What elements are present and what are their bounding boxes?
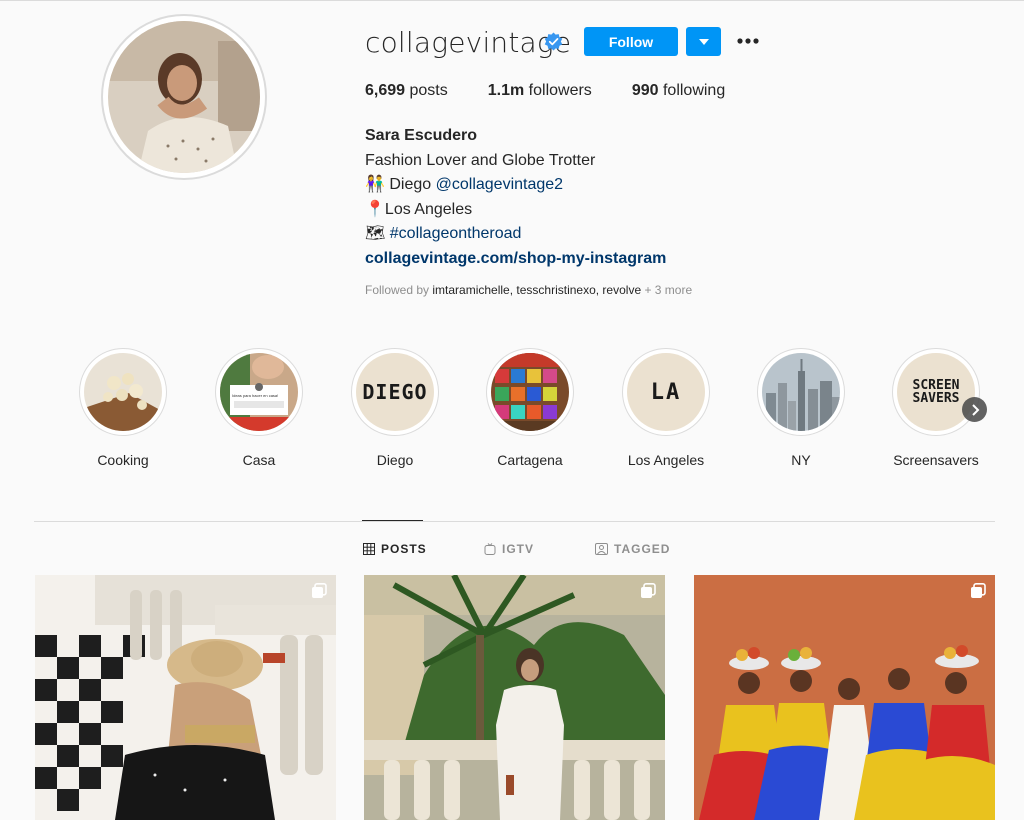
- highlight-los-angeles[interactable]: LA Los Angeles: [621, 348, 711, 468]
- followed-by-names: imtaramichelle, tesschristinexo, revolve: [432, 283, 642, 297]
- followed-by-prefix: Followed by: [365, 283, 433, 297]
- bio-line-2: 👫 Diego @collagevintage2: [365, 173, 666, 198]
- highlight-ny[interactable]: NY: [756, 348, 846, 468]
- bio-hashtag-link[interactable]: #collageontheroad: [390, 225, 522, 242]
- highlight-cover-la: LA: [627, 353, 705, 431]
- highlight-cover-screensavers: SCREEN SAVERS: [897, 353, 975, 431]
- chevron-right-icon: [971, 403, 979, 416]
- tab-posts[interactable]: POSTS: [363, 542, 427, 556]
- profile-avatar[interactable]: [108, 21, 260, 173]
- highlight-card-text: Ideas para hacer en casa!: [232, 393, 279, 398]
- bio-mention-link[interactable]: @collagevintage2: [436, 176, 563, 193]
- tab-tagged[interactable]: TAGGED: [595, 542, 670, 556]
- post-thumbnail[interactable]: [364, 575, 665, 820]
- tab-igtv[interactable]: IGTV: [484, 542, 534, 556]
- highlight-label: Cartagena: [497, 452, 563, 468]
- highlight-diego[interactable]: DIEGO Diego: [350, 348, 440, 468]
- posts-label: posts: [409, 82, 448, 99]
- highlight-ring: SCREEN SAVERS: [892, 348, 980, 436]
- highlight-ring: LA: [622, 348, 710, 436]
- active-tab-indicator: [362, 520, 423, 521]
- tab-igtv-label: IGTV: [502, 542, 535, 556]
- post-thumbnail[interactable]: [35, 575, 336, 820]
- highlight-label: Cooking: [97, 452, 149, 468]
- caret-down-icon: [698, 38, 709, 45]
- followers-label: followers: [528, 82, 592, 99]
- highlight-cover-ny: [762, 353, 840, 431]
- highlight-cover-text: LA: [650, 379, 682, 405]
- highlight-label: Casa: [242, 452, 276, 468]
- highlight-cover-text: DIEGO: [362, 380, 428, 404]
- highlight-ring: [757, 348, 845, 436]
- bio-line-2-text: 👫 Diego: [365, 176, 436, 193]
- followed-by-more: + 3 more: [641, 283, 693, 297]
- verified-badge-icon: [544, 32, 563, 51]
- highlight-ring: DIEGO: [351, 348, 439, 436]
- following-label: following: [662, 82, 726, 99]
- bio-line-1: Fashion Lover and Globe Trotter: [365, 151, 596, 169]
- following-stat[interactable]: 990 following: [632, 82, 725, 100]
- followers-count: 1.1m: [487, 82, 525, 99]
- grid-icon: [363, 543, 375, 555]
- profile-stats: 6,699 posts 1.1m followers 990 following: [365, 82, 765, 100]
- followers-stat[interactable]: 1.1m followers: [488, 82, 592, 100]
- more-dots-icon: [737, 38, 759, 44]
- tab-posts-label: POSTS: [381, 542, 427, 556]
- igtv-icon: [484, 543, 496, 555]
- highlight-label: Los Angeles: [627, 452, 705, 468]
- following-count: 990: [631, 82, 659, 99]
- highlight-cover-cartagena: [491, 353, 569, 431]
- top-border: [0, 0, 1024, 1]
- follow-button[interactable]: Follow: [584, 27, 678, 56]
- bio-line-3: 📍Los Angeles: [365, 200, 473, 218]
- profile-full-name: Sara Escudero: [365, 127, 478, 144]
- highlight-label: Screensavers: [893, 452, 979, 468]
- highlight-cover-line-2: SAVERS: [912, 391, 960, 406]
- posts-count: 6,699: [365, 82, 406, 99]
- bio-line-4-text: 🗺: [365, 225, 390, 242]
- post-thumbnail[interactable]: [694, 575, 995, 820]
- highlight-ring: [486, 348, 574, 436]
- highlight-cover-cooking: [84, 353, 162, 431]
- highlights-next-button[interactable]: [962, 397, 987, 422]
- highlight-cover-diego: DIEGO: [356, 353, 434, 431]
- multiple-photos-icon: [641, 583, 656, 598]
- more-options-button[interactable]: [735, 30, 761, 52]
- profile-username: collagevintage: [365, 26, 572, 59]
- highlight-label: Diego: [376, 452, 414, 468]
- bio-website-link[interactable]: collagevintage.com/shop-my-instagram: [365, 250, 666, 267]
- suggested-dropdown-button[interactable]: [686, 27, 721, 56]
- tag-icon: [595, 543, 608, 555]
- followed-by[interactable]: Followed by imtaramichelle, tesschristin…: [365, 283, 692, 297]
- bio-line-4: 🗺 #collageontheroad: [365, 222, 666, 247]
- posts-stat: 6,699 posts: [365, 82, 448, 100]
- highlight-ring: Ideas para hacer en casa!: [215, 348, 303, 436]
- highlight-casa[interactable]: Ideas para hacer en casa! Casa: [214, 348, 304, 468]
- multiple-photos-icon: [312, 583, 327, 598]
- highlight-cover-casa: Ideas para hacer en casa!: [220, 353, 298, 431]
- tab-tagged-label: TAGGED: [614, 542, 671, 556]
- highlight-ring: [79, 348, 167, 436]
- tabs-divider: [34, 521, 995, 522]
- multiple-photos-icon: [971, 583, 986, 598]
- profile-bio: Sara Escudero Fashion Lover and Globe Tr…: [365, 124, 666, 271]
- highlight-cartagena[interactable]: Cartagena: [485, 348, 575, 468]
- highlight-label: NY: [791, 452, 811, 468]
- highlight-cooking[interactable]: Cooking: [78, 348, 168, 468]
